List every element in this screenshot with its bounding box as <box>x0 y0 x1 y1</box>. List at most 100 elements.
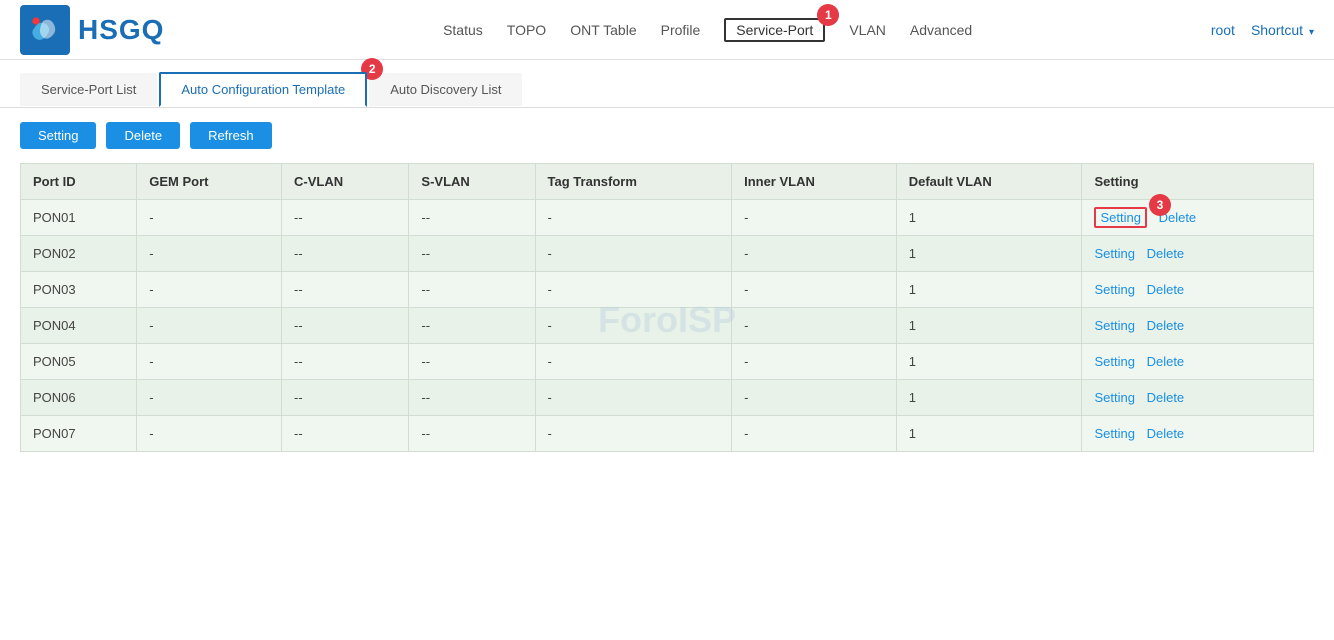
nav-vlan[interactable]: VLAN <box>849 18 886 42</box>
setting-action-link[interactable]: Setting <box>1094 426 1134 441</box>
col-inner-vlan: Inner VLAN <box>732 164 897 200</box>
cell-gem-port: - <box>137 344 282 380</box>
delete-action-link[interactable]: Delete <box>1147 318 1185 333</box>
delete-action-link[interactable]: Delete <box>1147 282 1185 297</box>
nav-links: Status TOPO ONT Table Profile Service-Po… <box>204 18 1210 42</box>
cell-gem-port: - <box>137 416 282 452</box>
refresh-button[interactable]: Refresh <box>190 122 272 149</box>
cell-inner-vlan: - <box>732 236 897 272</box>
col-tag-transform: Tag Transform <box>535 164 732 200</box>
table-row: PON01-------1Setting3 Delete <box>21 200 1314 236</box>
annotation-badge-3: 3 <box>1149 194 1171 216</box>
cell-c-vlan: -- <box>282 380 409 416</box>
cell-tag-transform: - <box>535 344 732 380</box>
setting-action-link[interactable]: Setting <box>1094 207 1146 228</box>
cell-default-vlan: 1 <box>896 200 1082 236</box>
table-row: PON04-------1Setting Delete <box>21 308 1314 344</box>
cell-gem-port: - <box>137 236 282 272</box>
cell-inner-vlan: - <box>732 416 897 452</box>
nav-ont-table[interactable]: ONT Table <box>570 18 636 42</box>
setting-action-link[interactable]: Setting <box>1094 282 1134 297</box>
cell-c-vlan: -- <box>282 416 409 452</box>
tab-auto-discovery-list[interactable]: Auto Discovery List <box>369 73 522 106</box>
nav-service-port-wrapper: Service-Port 1 <box>724 22 825 38</box>
cell-port-id: PON01 <box>21 200 137 236</box>
toolbar: Setting Delete Refresh <box>0 108 1334 163</box>
cell-s-vlan: -- <box>409 272 535 308</box>
cell-gem-port: - <box>137 380 282 416</box>
delete-button[interactable]: Delete <box>106 122 180 149</box>
table-header: Port ID GEM Port C-VLAN S-VLAN Tag Trans… <box>21 164 1314 200</box>
cell-port-id: PON04 <box>21 308 137 344</box>
cell-tag-transform: - <box>535 272 732 308</box>
table-container: Port ID GEM Port C-VLAN S-VLAN Tag Trans… <box>0 163 1334 452</box>
col-c-vlan: C-VLAN <box>282 164 409 200</box>
setting-action-link[interactable]: Setting <box>1094 246 1134 261</box>
table-row: PON06-------1Setting Delete <box>21 380 1314 416</box>
cell-c-vlan: -- <box>282 344 409 380</box>
cell-c-vlan: -- <box>282 272 409 308</box>
nav-root[interactable]: root <box>1211 22 1235 38</box>
cell-s-vlan: -- <box>409 344 535 380</box>
annotation-badge-1: 1 <box>817 4 839 26</box>
cell-s-vlan: -- <box>409 380 535 416</box>
logo-icon <box>20 5 70 55</box>
setting-button[interactable]: Setting <box>20 122 96 149</box>
delete-action-link[interactable]: Delete <box>1147 246 1185 261</box>
nav-topo[interactable]: TOPO <box>507 18 546 42</box>
cell-port-id: PON06 <box>21 380 137 416</box>
cell-c-vlan: -- <box>282 200 409 236</box>
cell-actions: Setting Delete <box>1082 416 1314 452</box>
setting-action-link[interactable]: Setting <box>1094 354 1134 369</box>
col-s-vlan: S-VLAN <box>409 164 535 200</box>
cell-actions: Setting Delete <box>1082 344 1314 380</box>
cell-inner-vlan: - <box>732 200 897 236</box>
nav-right: root Shortcut ▾ <box>1211 22 1314 38</box>
setting-action-link[interactable]: Setting <box>1094 390 1134 405</box>
setting-action-link[interactable]: Setting <box>1094 318 1134 333</box>
cell-default-vlan: 1 <box>896 344 1082 380</box>
tab-service-port-list[interactable]: Service-Port List <box>20 73 157 106</box>
nav-status[interactable]: Status <box>443 18 483 42</box>
cell-actions: Setting Delete <box>1082 308 1314 344</box>
cell-inner-vlan: - <box>732 380 897 416</box>
cell-gem-port: - <box>137 272 282 308</box>
cell-actions: Setting Delete <box>1082 236 1314 272</box>
header: HSGQ Status TOPO ONT Table Profile Servi… <box>0 0 1334 60</box>
nav-service-port[interactable]: Service-Port <box>724 18 825 42</box>
cell-gem-port: - <box>137 200 282 236</box>
tab-auto-config-template[interactable]: Auto Configuration Template <box>159 72 367 107</box>
cell-tag-transform: - <box>535 416 732 452</box>
cell-default-vlan: 1 <box>896 236 1082 272</box>
cell-c-vlan: -- <box>282 236 409 272</box>
cell-s-vlan: -- <box>409 200 535 236</box>
cell-tag-transform: - <box>535 308 732 344</box>
cell-port-id: PON05 <box>21 344 137 380</box>
col-default-vlan: Default VLAN <box>896 164 1082 200</box>
cell-inner-vlan: - <box>732 308 897 344</box>
delete-action-link[interactable]: Delete <box>1147 354 1185 369</box>
table-row: PON07-------1Setting Delete <box>21 416 1314 452</box>
cell-inner-vlan: - <box>732 272 897 308</box>
main-table: Port ID GEM Port C-VLAN S-VLAN Tag Trans… <box>20 163 1314 452</box>
cell-s-vlan: -- <box>409 308 535 344</box>
nav-profile[interactable]: Profile <box>661 18 701 42</box>
cell-port-id: PON02 <box>21 236 137 272</box>
cell-default-vlan: 1 <box>896 272 1082 308</box>
cell-s-vlan: -- <box>409 236 535 272</box>
logo-text: HSGQ <box>78 14 164 46</box>
tabs-container: Service-Port List Auto Configuration Tem… <box>0 60 1334 108</box>
cell-port-id: PON07 <box>21 416 137 452</box>
cell-actions: Setting Delete <box>1082 380 1314 416</box>
delete-action-link[interactable]: Delete <box>1147 390 1185 405</box>
table-body: PON01-------1Setting3 DeletePON02-------… <box>21 200 1314 452</box>
cell-tag-transform: - <box>535 236 732 272</box>
cell-tag-transform: - <box>535 200 732 236</box>
cell-inner-vlan: - <box>732 344 897 380</box>
delete-action-link[interactable]: Delete <box>1147 426 1185 441</box>
nav-shortcut[interactable]: Shortcut ▾ <box>1251 22 1314 38</box>
col-setting: Setting <box>1082 164 1314 200</box>
nav-advanced[interactable]: Advanced <box>910 18 972 42</box>
col-gem-port: GEM Port <box>137 164 282 200</box>
cell-actions: Setting3 Delete <box>1082 200 1314 236</box>
